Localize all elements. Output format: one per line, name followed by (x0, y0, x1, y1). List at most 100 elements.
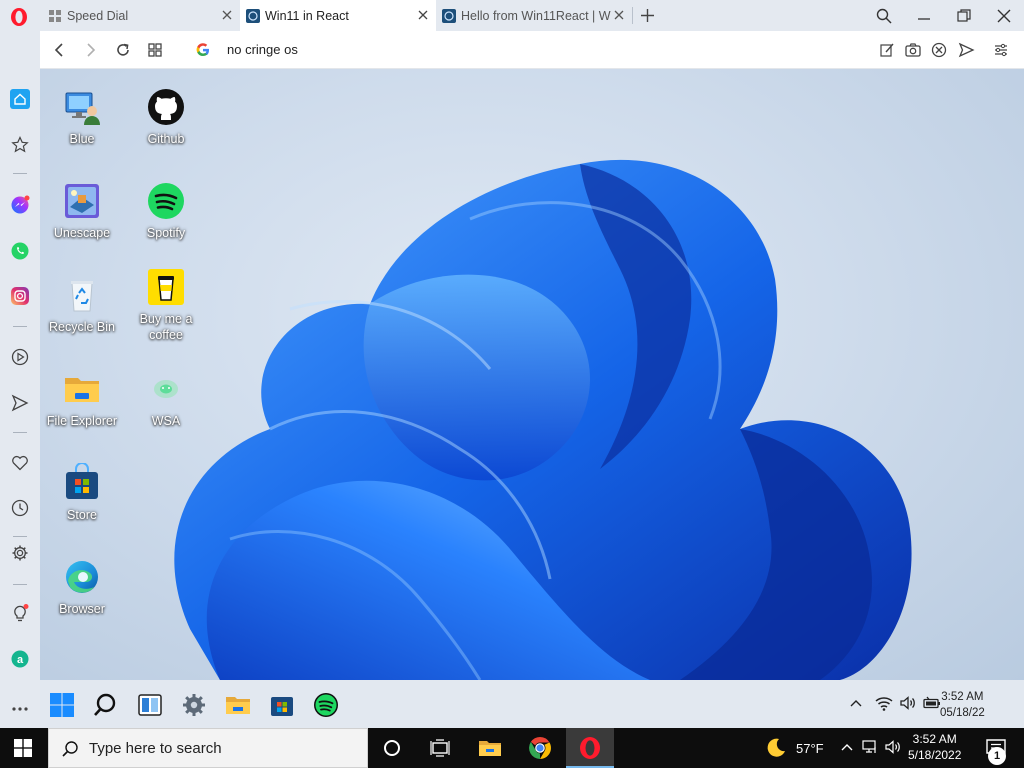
search-tabs-icon[interactable] (875, 7, 893, 25)
weather-temperature[interactable]: 57°F (796, 741, 824, 756)
desktop-icon-unescape[interactable]: Unescape (40, 181, 124, 241)
weather-moon-icon[interactable] (764, 736, 788, 760)
desktop-icon-wsa[interactable]: WSA (124, 369, 208, 429)
desktop-icon-blue[interactable]: Blue (40, 87, 124, 147)
sidebar-divider (13, 432, 27, 433)
file-explorer-icon[interactable] (478, 736, 502, 760)
instagram-icon[interactable] (10, 286, 30, 306)
tab-hello-win11react[interactable]: Hello from Win11React | W (436, 0, 632, 31)
opera-icon (580, 737, 600, 759)
wifi-icon[interactable] (874, 693, 894, 713)
close-tab-icon[interactable] (612, 8, 626, 22)
tab-speed-dial[interactable]: Speed Dial (40, 0, 240, 31)
bookmarks-star-icon[interactable] (10, 135, 30, 155)
tab-separator (632, 7, 633, 24)
windows-start-icon[interactable] (49, 692, 75, 718)
aria-ai-icon[interactable]: a (10, 649, 30, 669)
win11-clock[interactable]: 3:52 AM 05/18/22 (940, 689, 985, 721)
unescape-game-icon (65, 184, 99, 218)
opera-menu-icon[interactable] (9, 7, 29, 27)
search-icon[interactable] (92, 692, 118, 718)
player-icon[interactable] (10, 347, 30, 367)
home-icon[interactable] (10, 89, 30, 109)
desktop-icon-browser[interactable]: Browser (40, 557, 124, 617)
tips-lightbulb-icon[interactable] (10, 603, 30, 623)
sidebar-divider (13, 584, 27, 585)
tab-grid-icon[interactable] (146, 41, 164, 59)
desktop-icon-label: Github (147, 132, 185, 146)
more-dots-icon[interactable] (10, 699, 30, 719)
new-tab-plus-icon[interactable] (639, 7, 656, 24)
messenger-icon[interactable] (10, 195, 30, 215)
chevron-up-icon[interactable] (846, 693, 866, 713)
file-explorer-icon[interactable] (225, 692, 251, 718)
forward-arrow-icon[interactable] (82, 41, 100, 59)
settings-gear-icon[interactable] (10, 543, 30, 563)
history-clock-icon[interactable] (10, 498, 30, 518)
opera-taskbar-button[interactable] (566, 728, 614, 768)
cortana-circle-icon[interactable] (380, 736, 404, 760)
desktop-icon-github[interactable]: Github (124, 87, 208, 147)
desktop-icon-label: Browser (59, 602, 105, 616)
tab-win11-in-react[interactable]: Win11 in React (240, 0, 436, 31)
desktop-icon-label: File Explorer (46, 414, 118, 428)
search-placeholder: Type here to search (89, 740, 222, 757)
edit-icon[interactable] (878, 41, 896, 59)
desktop-icon-label: Buy me a coffee (139, 312, 193, 342)
desktop-icon-label: Unescape (53, 226, 111, 240)
google-icon (196, 43, 209, 57)
network-icon[interactable] (861, 738, 879, 756)
minimize-icon[interactable] (915, 7, 933, 25)
coffee-cup-icon (148, 269, 184, 305)
windows10-clock[interactable]: 3:52 AM 5/18/2022 (908, 731, 961, 763)
react-site-icon (442, 8, 456, 23)
close-window-icon[interactable] (995, 7, 1013, 25)
speed-dial-icon (49, 9, 61, 22)
back-arrow-icon[interactable] (50, 41, 68, 59)
desktop-icon-label: Recycle Bin (49, 320, 115, 334)
opera-sidebar: a (0, 31, 40, 728)
chevron-up-icon[interactable] (838, 738, 856, 756)
battery-icon[interactable] (922, 693, 942, 713)
task-view-icon[interactable] (428, 736, 452, 760)
my-flow-heart-icon[interactable] (10, 453, 30, 473)
volume-icon[interactable] (884, 738, 902, 756)
desktop-icon-file-explorer[interactable]: File Explorer (40, 369, 124, 429)
win11-date: 05/18/22 (940, 707, 985, 719)
search-icon (62, 741, 78, 757)
notification-count: 1 (993, 750, 1001, 762)
easy-setup-icon[interactable] (992, 41, 1010, 59)
github-icon (148, 89, 184, 125)
taskbar-search-box[interactable]: Type here to search (48, 728, 368, 768)
restore-icon[interactable] (955, 7, 973, 25)
close-tab-icon[interactable] (220, 8, 234, 22)
sidebar-divider (13, 326, 27, 327)
svg-text:a: a (17, 654, 24, 666)
send-flow-icon[interactable] (957, 41, 975, 59)
desktop-icon-label: WSA (151, 414, 181, 428)
desktop-icon-store[interactable]: Store (40, 463, 124, 523)
desktop-icon-label: Spotify (146, 226, 186, 240)
widgets-icon[interactable] (137, 692, 163, 718)
monitor-user-icon (65, 92, 100, 125)
desktop-icon-buy-me-a-coffee[interactable]: Buy me a coffee (124, 267, 208, 343)
camera-snapshot-icon[interactable] (904, 41, 922, 59)
reload-icon[interactable] (114, 41, 132, 59)
windows-start-icon[interactable] (14, 739, 32, 757)
whatsapp-icon[interactable] (10, 241, 30, 261)
chrome-icon[interactable] (528, 736, 552, 760)
w10-date: 5/18/2022 (908, 748, 962, 762)
edge-icon (66, 561, 98, 593)
settings-gear-icon[interactable] (181, 692, 207, 718)
address-input[interactable]: no cringe os (227, 42, 298, 57)
flow-send-icon[interactable] (10, 393, 30, 413)
win11-taskbar: 3:52 AM 05/18/22 (40, 680, 1024, 728)
store-icon[interactable] (269, 692, 295, 718)
spotify-icon[interactable] (313, 692, 339, 718)
desktop-icon-spotify[interactable]: Spotify (124, 181, 208, 241)
desktop-icon-recycle-bin[interactable]: Recycle Bin (40, 275, 124, 335)
w10-time: 3:52 AM (912, 732, 957, 746)
close-tab-icon[interactable] (416, 8, 430, 22)
ad-block-icon[interactable] (930, 41, 948, 59)
volume-icon[interactable] (898, 693, 918, 713)
